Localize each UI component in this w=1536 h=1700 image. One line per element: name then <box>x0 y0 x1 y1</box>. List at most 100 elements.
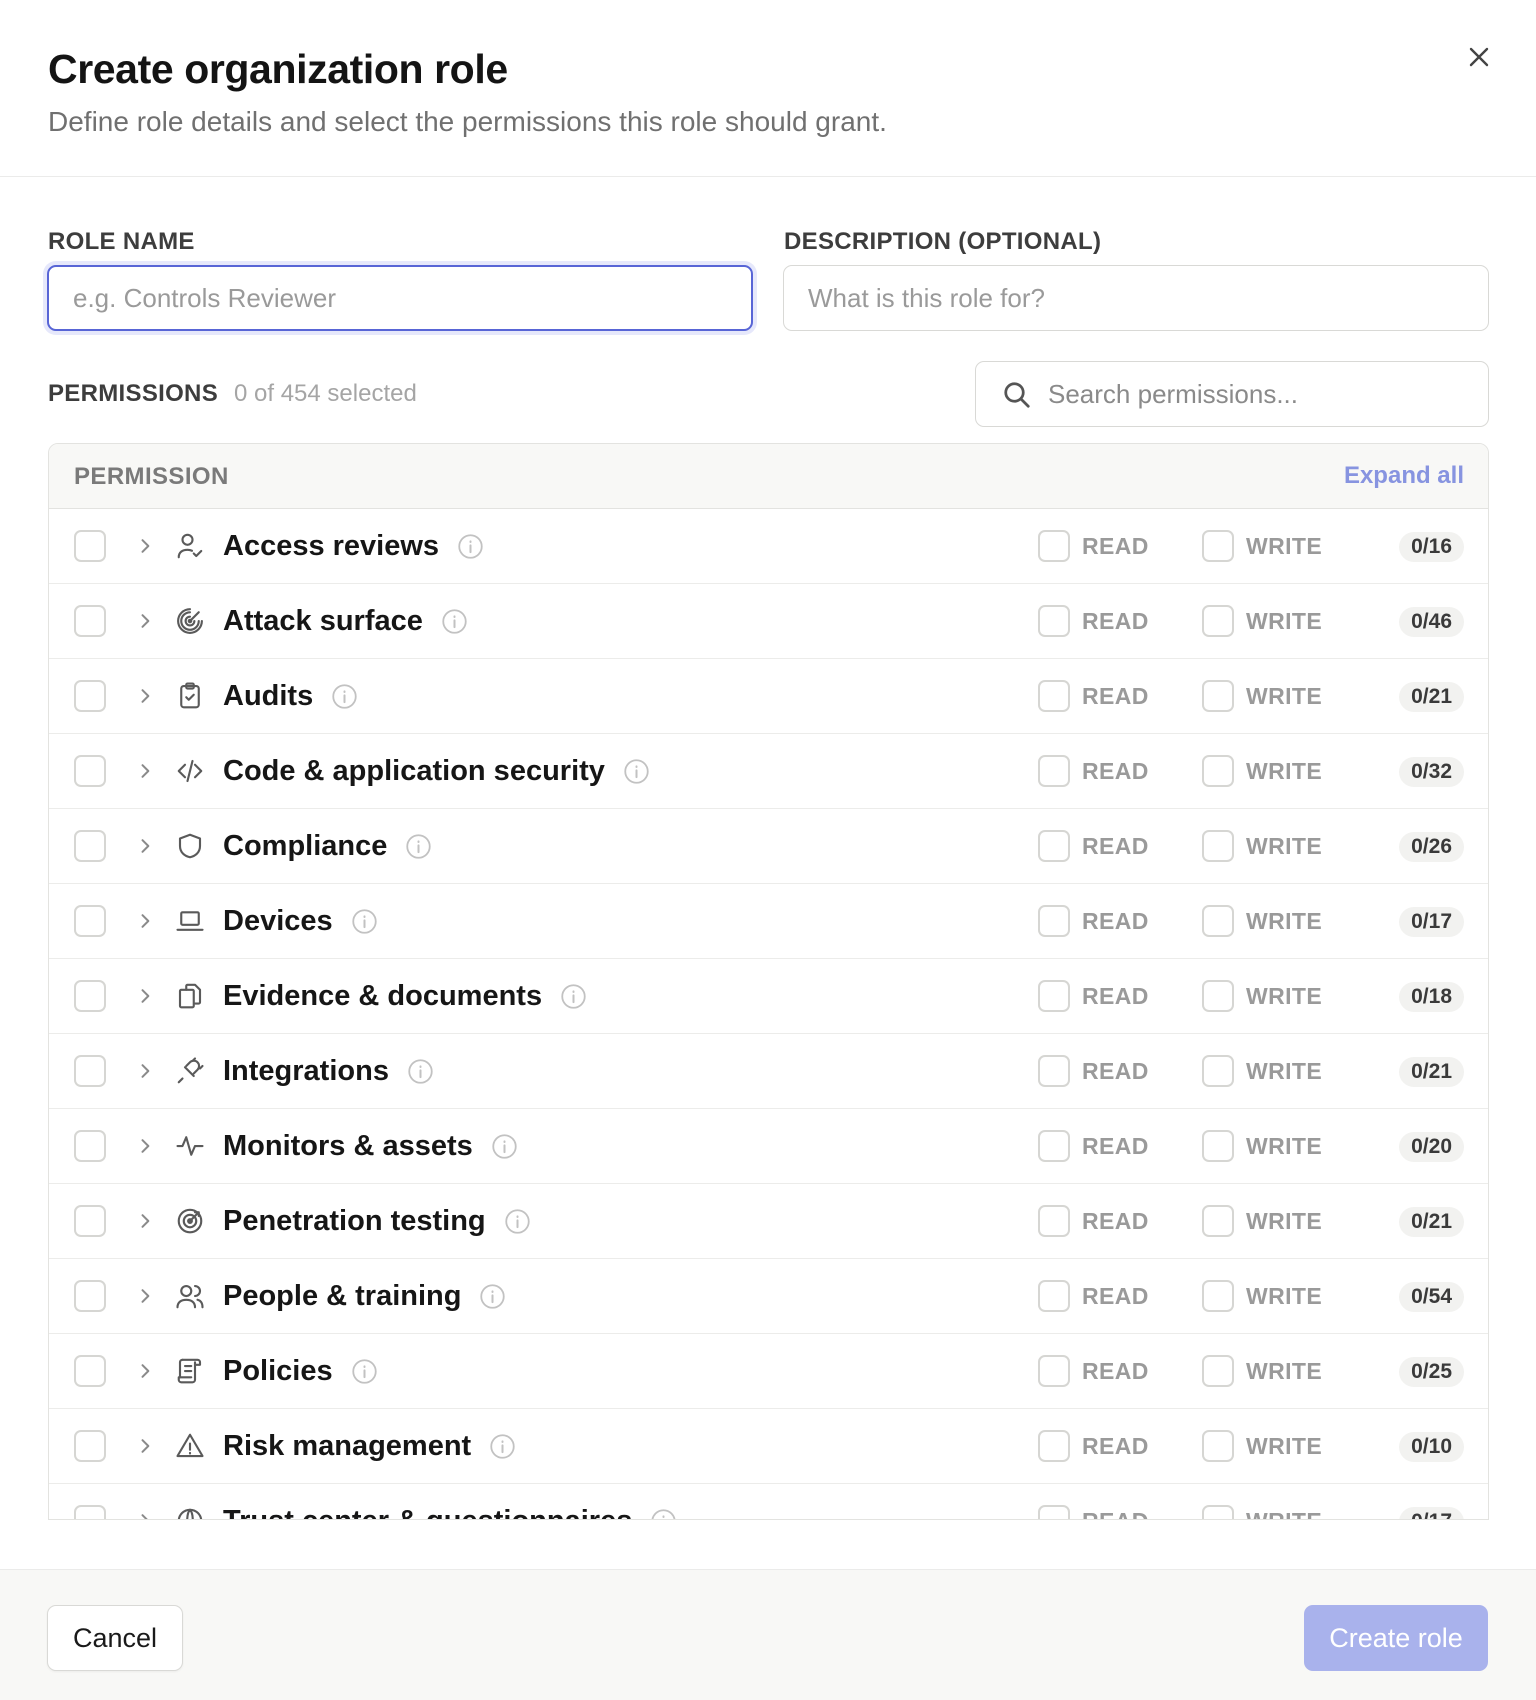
row-select-checkbox[interactable] <box>74 755 106 787</box>
permission-row[interactable]: Audits READ WRITE 0/21 <box>49 659 1488 734</box>
info-icon[interactable] <box>351 1358 378 1385</box>
row-select-checkbox[interactable] <box>74 980 106 1012</box>
row-select-checkbox[interactable] <box>74 1205 106 1237</box>
permission-name: Penetration testing <box>223 1204 486 1237</box>
read-checkbox[interactable] <box>1038 680 1070 712</box>
expand-row-button[interactable] <box>130 606 160 636</box>
read-label: READ <box>1082 683 1149 709</box>
permission-row[interactable]: Compliance READ WRITE 0/26 <box>49 809 1488 884</box>
info-icon[interactable] <box>441 608 468 635</box>
info-icon[interactable] <box>351 908 378 935</box>
permission-row[interactable]: Access reviews READ WRITE 0/16 <box>49 509 1488 584</box>
info-icon[interactable] <box>489 1433 516 1460</box>
chevron-right-icon <box>141 839 150 853</box>
read-checkbox[interactable] <box>1038 1280 1070 1312</box>
write-checkbox[interactable] <box>1202 1130 1234 1162</box>
expand-all-link[interactable]: Expand all <box>1344 462 1464 490</box>
write-checkbox[interactable] <box>1202 1205 1234 1237</box>
read-checkbox[interactable] <box>1038 1205 1070 1237</box>
expand-row-button[interactable] <box>130 756 160 786</box>
row-select-checkbox[interactable] <box>74 1355 106 1387</box>
read-checkbox[interactable] <box>1038 980 1070 1012</box>
info-icon[interactable] <box>560 983 587 1010</box>
create-role-button[interactable]: Create role <box>1304 1605 1488 1671</box>
row-select-checkbox[interactable] <box>74 1505 106 1519</box>
permission-row[interactable]: People & training READ WRITE 0/54 <box>49 1259 1488 1334</box>
cancel-button[interactable]: Cancel <box>47 1605 183 1671</box>
info-icon[interactable] <box>331 683 358 710</box>
write-checkbox[interactable] <box>1202 1430 1234 1462</box>
expand-row-button[interactable] <box>130 1131 160 1161</box>
row-select-checkbox[interactable] <box>74 905 106 937</box>
expand-row-button[interactable] <box>130 1506 160 1519</box>
info-icon[interactable] <box>405 833 432 860</box>
read-checkbox[interactable] <box>1038 1130 1070 1162</box>
info-icon[interactable] <box>623 758 650 785</box>
permission-row[interactable]: Monitors & assets READ WRITE 0/20 <box>49 1109 1488 1184</box>
expand-row-button[interactable] <box>130 906 160 936</box>
info-icon[interactable] <box>650 1508 677 1519</box>
description-input[interactable] <box>783 265 1489 331</box>
info-icon[interactable] <box>479 1283 506 1310</box>
permission-row[interactable]: Devices READ WRITE 0/17 <box>49 884 1488 959</box>
write-checkbox[interactable] <box>1202 980 1234 1012</box>
expand-row-button[interactable] <box>130 1431 160 1461</box>
permission-count-badge: 0/16 <box>1399 532 1464 562</box>
permission-row[interactable]: Integrations READ WRITE 0/21 <box>49 1034 1488 1109</box>
target-icon <box>173 1204 207 1238</box>
write-checkbox[interactable] <box>1202 605 1234 637</box>
read-checkbox[interactable] <box>1038 755 1070 787</box>
row-select-checkbox[interactable] <box>74 1430 106 1462</box>
read-checkbox[interactable] <box>1038 1055 1070 1087</box>
row-select-checkbox[interactable] <box>74 1055 106 1087</box>
write-checkbox[interactable] <box>1202 905 1234 937</box>
info-icon[interactable] <box>457 533 484 560</box>
permission-row[interactable]: Risk management READ WRITE 0/10 <box>49 1409 1488 1484</box>
row-select-checkbox[interactable] <box>74 830 106 862</box>
row-select-checkbox[interactable] <box>74 530 106 562</box>
write-checkbox[interactable] <box>1202 755 1234 787</box>
search-input[interactable] <box>1048 362 1478 426</box>
permission-row[interactable]: Attack surface READ WRITE 0/46 <box>49 584 1488 659</box>
info-icon[interactable] <box>504 1208 531 1235</box>
write-checkbox[interactable] <box>1202 1055 1234 1087</box>
read-label: READ <box>1082 1508 1149 1519</box>
write-checkbox[interactable] <box>1202 1280 1234 1312</box>
write-checkbox[interactable] <box>1202 830 1234 862</box>
read-checkbox[interactable] <box>1038 605 1070 637</box>
row-select-checkbox[interactable] <box>74 1280 106 1312</box>
info-icon[interactable] <box>491 1133 518 1160</box>
write-checkbox[interactable] <box>1202 530 1234 562</box>
expand-row-button[interactable] <box>130 1281 160 1311</box>
read-checkbox[interactable] <box>1038 830 1070 862</box>
expand-row-button[interactable] <box>130 981 160 1011</box>
info-icon[interactable] <box>407 1058 434 1085</box>
row-select-checkbox[interactable] <box>74 605 106 637</box>
expand-row-button[interactable] <box>130 1206 160 1236</box>
row-select-checkbox[interactable] <box>74 1130 106 1162</box>
permission-row[interactable]: Trust center & questionnaires READ WRITE… <box>49 1484 1488 1519</box>
read-checkbox[interactable] <box>1038 1430 1070 1462</box>
expand-row-button[interactable] <box>130 681 160 711</box>
write-checkbox[interactable] <box>1202 680 1234 712</box>
permission-row[interactable]: Penetration testing READ WRITE 0/21 <box>49 1184 1488 1259</box>
expand-row-button[interactable] <box>130 1056 160 1086</box>
write-checkbox[interactable] <box>1202 1355 1234 1387</box>
permission-row[interactable]: Policies READ WRITE 0/25 <box>49 1334 1488 1409</box>
expand-row-button[interactable] <box>130 531 160 561</box>
permission-row[interactable]: Code & application security READ WRITE 0… <box>49 734 1488 809</box>
permission-name: Devices <box>223 904 333 937</box>
permission-search[interactable] <box>975 361 1489 427</box>
expand-row-button[interactable] <box>130 831 160 861</box>
chevron-right-icon <box>141 1214 150 1228</box>
close-button[interactable] <box>1462 40 1496 74</box>
read-checkbox[interactable] <box>1038 905 1070 937</box>
expand-row-button[interactable] <box>130 1356 160 1386</box>
permission-row[interactable]: Evidence & documents READ WRITE 0/18 <box>49 959 1488 1034</box>
read-checkbox[interactable] <box>1038 530 1070 562</box>
read-checkbox[interactable] <box>1038 1355 1070 1387</box>
write-checkbox[interactable] <box>1202 1505 1234 1519</box>
read-checkbox[interactable] <box>1038 1505 1070 1519</box>
row-select-checkbox[interactable] <box>74 680 106 712</box>
role-name-input[interactable] <box>47 265 753 331</box>
